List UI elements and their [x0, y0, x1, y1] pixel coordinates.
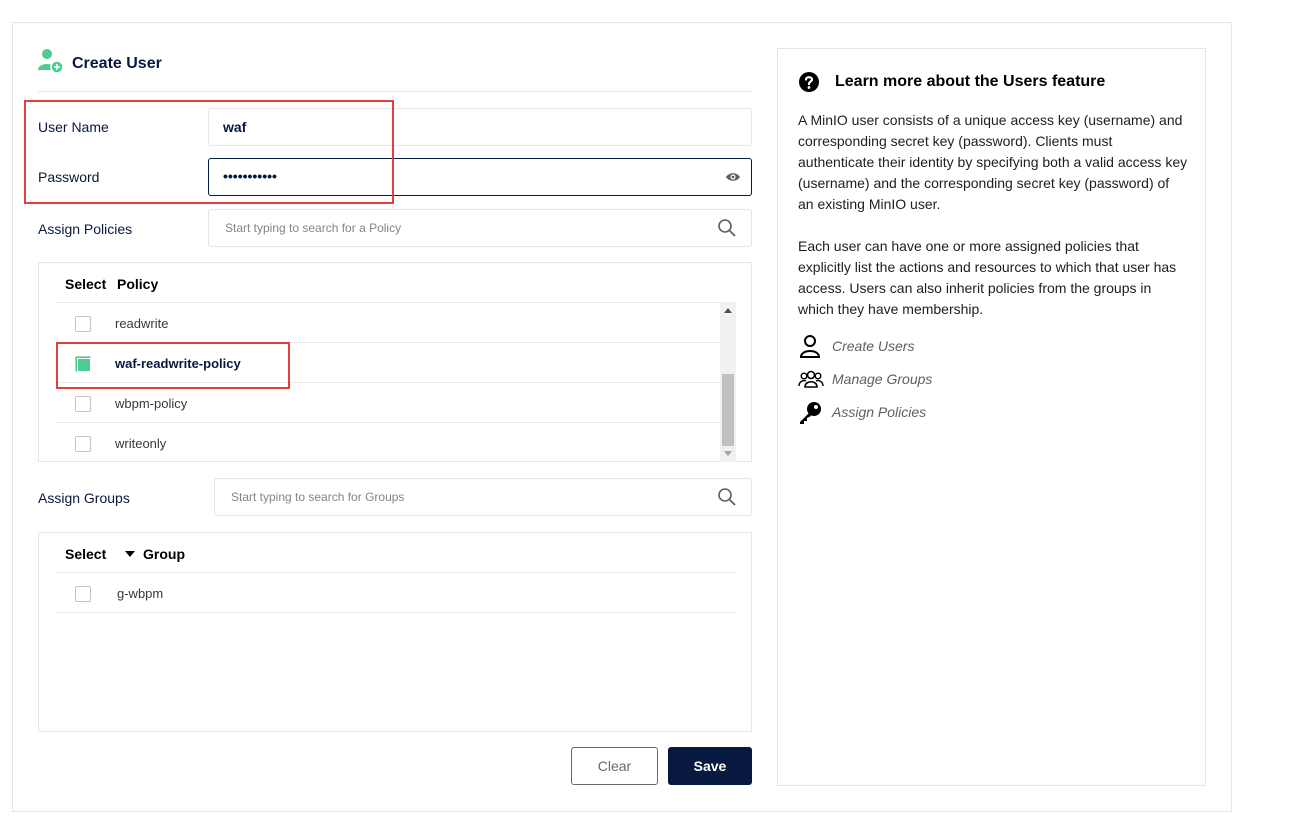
help-panel: Learn more about the Users feature A Min… [777, 48, 1206, 786]
policy-checkbox[interactable] [75, 316, 91, 332]
group-column-header[interactable]: Group [143, 546, 185, 562]
question-icon [798, 71, 820, 93]
save-button[interactable]: Save [668, 747, 752, 785]
policy-search-placeholder: Start typing to search for a Policy [225, 221, 402, 235]
username-label: User Name [38, 119, 109, 135]
policy-name: readwrite [115, 316, 169, 331]
policies-table: Select Policy readwrite waf-readwrite-po… [38, 262, 752, 462]
select-column-header: Select [65, 276, 107, 292]
group-name: g-wbpm [117, 586, 164, 601]
assign-policies-label: Assign Policies [38, 221, 133, 237]
password-input[interactable]: ••••••••••• [208, 158, 752, 196]
key-icon [798, 399, 824, 425]
table-row[interactable]: g-wbpm [55, 573, 737, 613]
help-title: Learn more about the Users feature [835, 73, 1106, 90]
help-link-label: Create Users [832, 338, 915, 354]
user-icon [798, 333, 824, 359]
policy-name: writeonly [115, 436, 167, 451]
group-search-placeholder: Start typing to search for Groups [231, 490, 405, 504]
policy-column-header[interactable]: Policy [117, 276, 158, 292]
password-label: Password [38, 169, 100, 185]
help-paragraph: Each user can have one or more assigned … [798, 238, 1177, 317]
policy-checkbox[interactable] [75, 396, 91, 412]
scroll-down-arrow-icon[interactable] [724, 451, 732, 456]
groups-icon [798, 366, 824, 392]
policy-checkbox-checked[interactable] [75, 356, 91, 372]
page-title: Create User [72, 55, 162, 72]
help-paragraph: A MinIO user consists of a unique access… [798, 112, 1188, 212]
policy-search-input[interactable]: Start typing to search for a Policy [208, 209, 752, 247]
table-row[interactable]: writeonly [55, 423, 737, 463]
groups-table: Select Group g-wbpm [38, 532, 752, 732]
username-input[interactable]: waf [208, 108, 752, 146]
group-search-input[interactable]: Start typing to search for Groups [214, 478, 752, 516]
password-value: ••••••••••• [223, 168, 277, 184]
table-row[interactable]: readwrite [55, 303, 737, 343]
scrollbar-thumb[interactable] [722, 374, 734, 446]
search-icon [717, 487, 737, 507]
help-link-label: Assign Policies [832, 404, 927, 420]
add-user-icon [38, 48, 64, 74]
policies-scrollbar[interactable] [720, 302, 736, 462]
assign-groups-label: Assign Groups [38, 490, 130, 506]
table-row[interactable]: wbpm-policy [55, 383, 737, 423]
group-checkbox[interactable] [75, 586, 91, 602]
sort-down-icon[interactable] [125, 551, 135, 557]
policy-name: waf-readwrite-policy [115, 356, 241, 371]
select-column-header: Select [65, 546, 107, 562]
help-link-label: Manage Groups [832, 371, 933, 387]
scroll-up-arrow-icon[interactable] [724, 308, 732, 313]
policy-name: wbpm-policy [115, 396, 188, 411]
clear-button[interactable]: Clear [571, 747, 658, 785]
search-icon [717, 218, 737, 238]
username-value: waf [223, 119, 247, 135]
policy-checkbox[interactable] [75, 436, 91, 452]
show-password-icon[interactable] [725, 170, 741, 184]
page-header: Create User [38, 48, 752, 92]
table-row[interactable]: waf-readwrite-policy [55, 343, 737, 383]
